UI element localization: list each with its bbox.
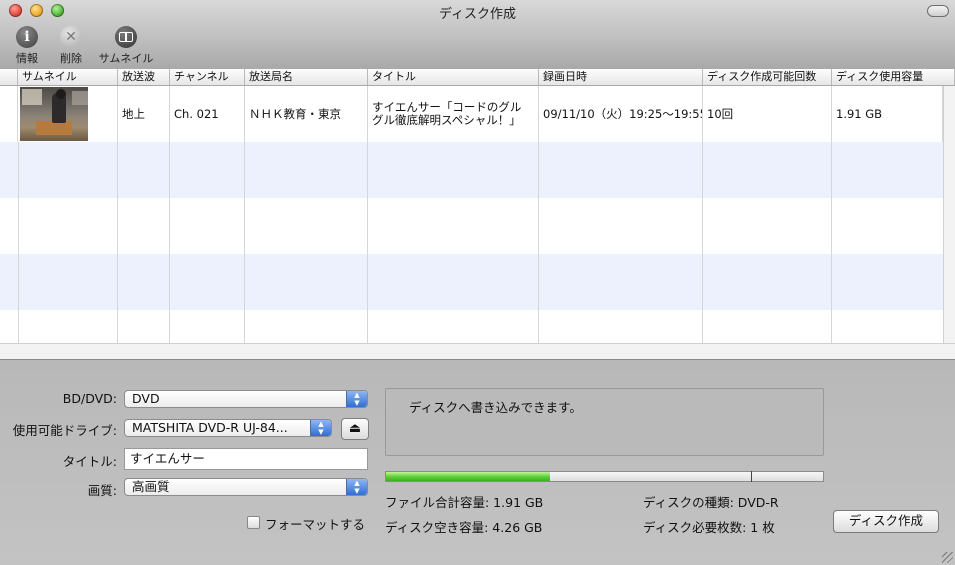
thumbnail-button[interactable]: サムネイル — [97, 26, 155, 66]
disc-settings-panel: BD/DVD: DVD ▲ ▼ 使用可能ドライブ: MATSHITA DVD-R … — [0, 359, 955, 565]
column-header-title[interactable]: タイトル — [368, 69, 539, 85]
status-message: ディスクへ書き込みできます。 — [409, 400, 582, 415]
column-header-recorded[interactable]: 録画日時 — [539, 69, 703, 85]
drive-value: MATSHITA DVD-R UJ-84... — [132, 420, 288, 435]
title-input[interactable]: すイエんサー — [124, 448, 368, 470]
thumbnail-image — [20, 87, 88, 141]
column-header-thumbnail[interactable]: サムネイル — [18, 69, 118, 85]
station-cell: ＮＨＫ教育・東京 — [245, 86, 368, 142]
recording-table: サムネイル 放送波 チャンネル 放送局名 タイトル 録画日時 ディスク作成可能回… — [0, 69, 955, 360]
drive-label: 使用可能ドライブ: — [12, 423, 117, 438]
quality-value: 高画質 — [132, 479, 170, 494]
create-disc-button[interactable]: ディスク作成 — [833, 510, 939, 533]
disk-free-space: ディスク空き容量: 4.26 GB — [385, 520, 543, 535]
select-stepper-icon: ▲ ▼ — [310, 420, 331, 436]
eject-icon: ⏏ — [348, 421, 362, 436]
size-cell: 1.91 GB — [832, 86, 943, 142]
disk-type: ディスクの種類: DVD-R — [643, 495, 779, 510]
broadcast-cell: 地上 — [118, 86, 170, 142]
status-message-box: ディスクへ書き込みできます。 — [385, 388, 824, 456]
column-header-broadcast[interactable]: 放送波 — [118, 69, 170, 85]
drive-select[interactable]: MATSHITA DVD-R UJ-84... ▲ ▼ — [124, 419, 332, 437]
title-label: タイトル: — [62, 454, 117, 469]
title-cell: すイエんサー「コードのグルグル徹底解明スペシャル！」 — [368, 86, 539, 142]
disk-count: ディスク必要枚数: 1 枚 — [643, 520, 775, 535]
channel-cell: Ch. 021 — [170, 86, 245, 142]
column-header-size[interactable]: ディスク使用容量 — [832, 69, 955, 85]
vertical-scrollbar[interactable] — [943, 86, 955, 343]
table-row-empty — [0, 142, 943, 198]
thumbnail-button-label: サムネイル — [98, 52, 154, 65]
thumbnail-icon — [115, 26, 137, 48]
delete-button[interactable]: ✕ 削除 — [56, 26, 86, 66]
table-row-empty — [0, 310, 943, 343]
info-icon: i — [16, 26, 38, 48]
column-header-channel[interactable]: チャンネル — [170, 69, 245, 85]
quality-label: 画質: — [87, 483, 117, 498]
format-checkbox[interactable] — [247, 516, 260, 529]
capacity-limit-marker — [751, 471, 752, 482]
table-row-empty — [0, 198, 943, 254]
table-body: 地上 Ch. 021 ＮＨＫ教育・東京 すイエんサー「コードのグルグル徹底解明ス… — [0, 86, 943, 343]
bd-dvd-select[interactable]: DVD ▲ ▼ — [124, 390, 368, 408]
capacity-progress-fill — [386, 472, 550, 481]
info-button-label: 情報 — [16, 52, 38, 65]
format-checkbox-label[interactable]: フォーマットする — [265, 514, 365, 533]
delete-button-label: 削除 — [60, 52, 82, 65]
table-row-empty — [0, 254, 943, 310]
burn-count-cell: 10回 — [703, 86, 832, 142]
title-toolbar: ディスク作成 i 情報 ✕ 削除 サムネイル — [0, 0, 955, 70]
capacity-progress-bar — [385, 471, 824, 482]
disc-create-window: ディスク作成 i 情報 ✕ 削除 サムネイル サムネイル 放送波 チャンネル 放… — [0, 0, 955, 565]
thumbnail-cell — [18, 86, 118, 142]
window-title: ディスク作成 — [438, 7, 517, 22]
bd-dvd-label: BD/DVD: — [62, 391, 117, 406]
table-row[interactable]: 地上 Ch. 021 ＮＨＫ教育・東京 すイエんサー「コードのグルグル徹底解明ス… — [0, 86, 943, 142]
select-stepper-icon: ▲ ▼ — [346, 479, 367, 495]
resize-grip[interactable] — [942, 552, 953, 563]
quality-select[interactable]: 高画質 ▲ ▼ — [124, 478, 368, 496]
column-header-station[interactable]: 放送局名 — [245, 69, 368, 85]
delete-icon: ✕ — [60, 26, 82, 48]
eject-button[interactable]: ⏏ — [341, 418, 369, 440]
recorded-cell: 09/11/10（火）19:25～19:55 — [539, 86, 703, 142]
column-header-spacer — [0, 69, 18, 85]
toolbar-toggle-button[interactable] — [927, 5, 949, 17]
bd-dvd-value: DVD — [132, 391, 160, 406]
info-button[interactable]: i 情報 — [12, 26, 42, 66]
horizontal-scrollbar[interactable] — [0, 343, 955, 360]
column-header-burn-count[interactable]: ディスク作成可能回数 — [703, 69, 832, 85]
select-stepper-icon: ▲ ▼ — [346, 391, 367, 407]
file-total-size: ファイル合計容量: 1.91 GB — [385, 495, 544, 510]
table-header: サムネイル 放送波 チャンネル 放送局名 タイトル 録画日時 ディスク作成可能回… — [0, 69, 955, 86]
